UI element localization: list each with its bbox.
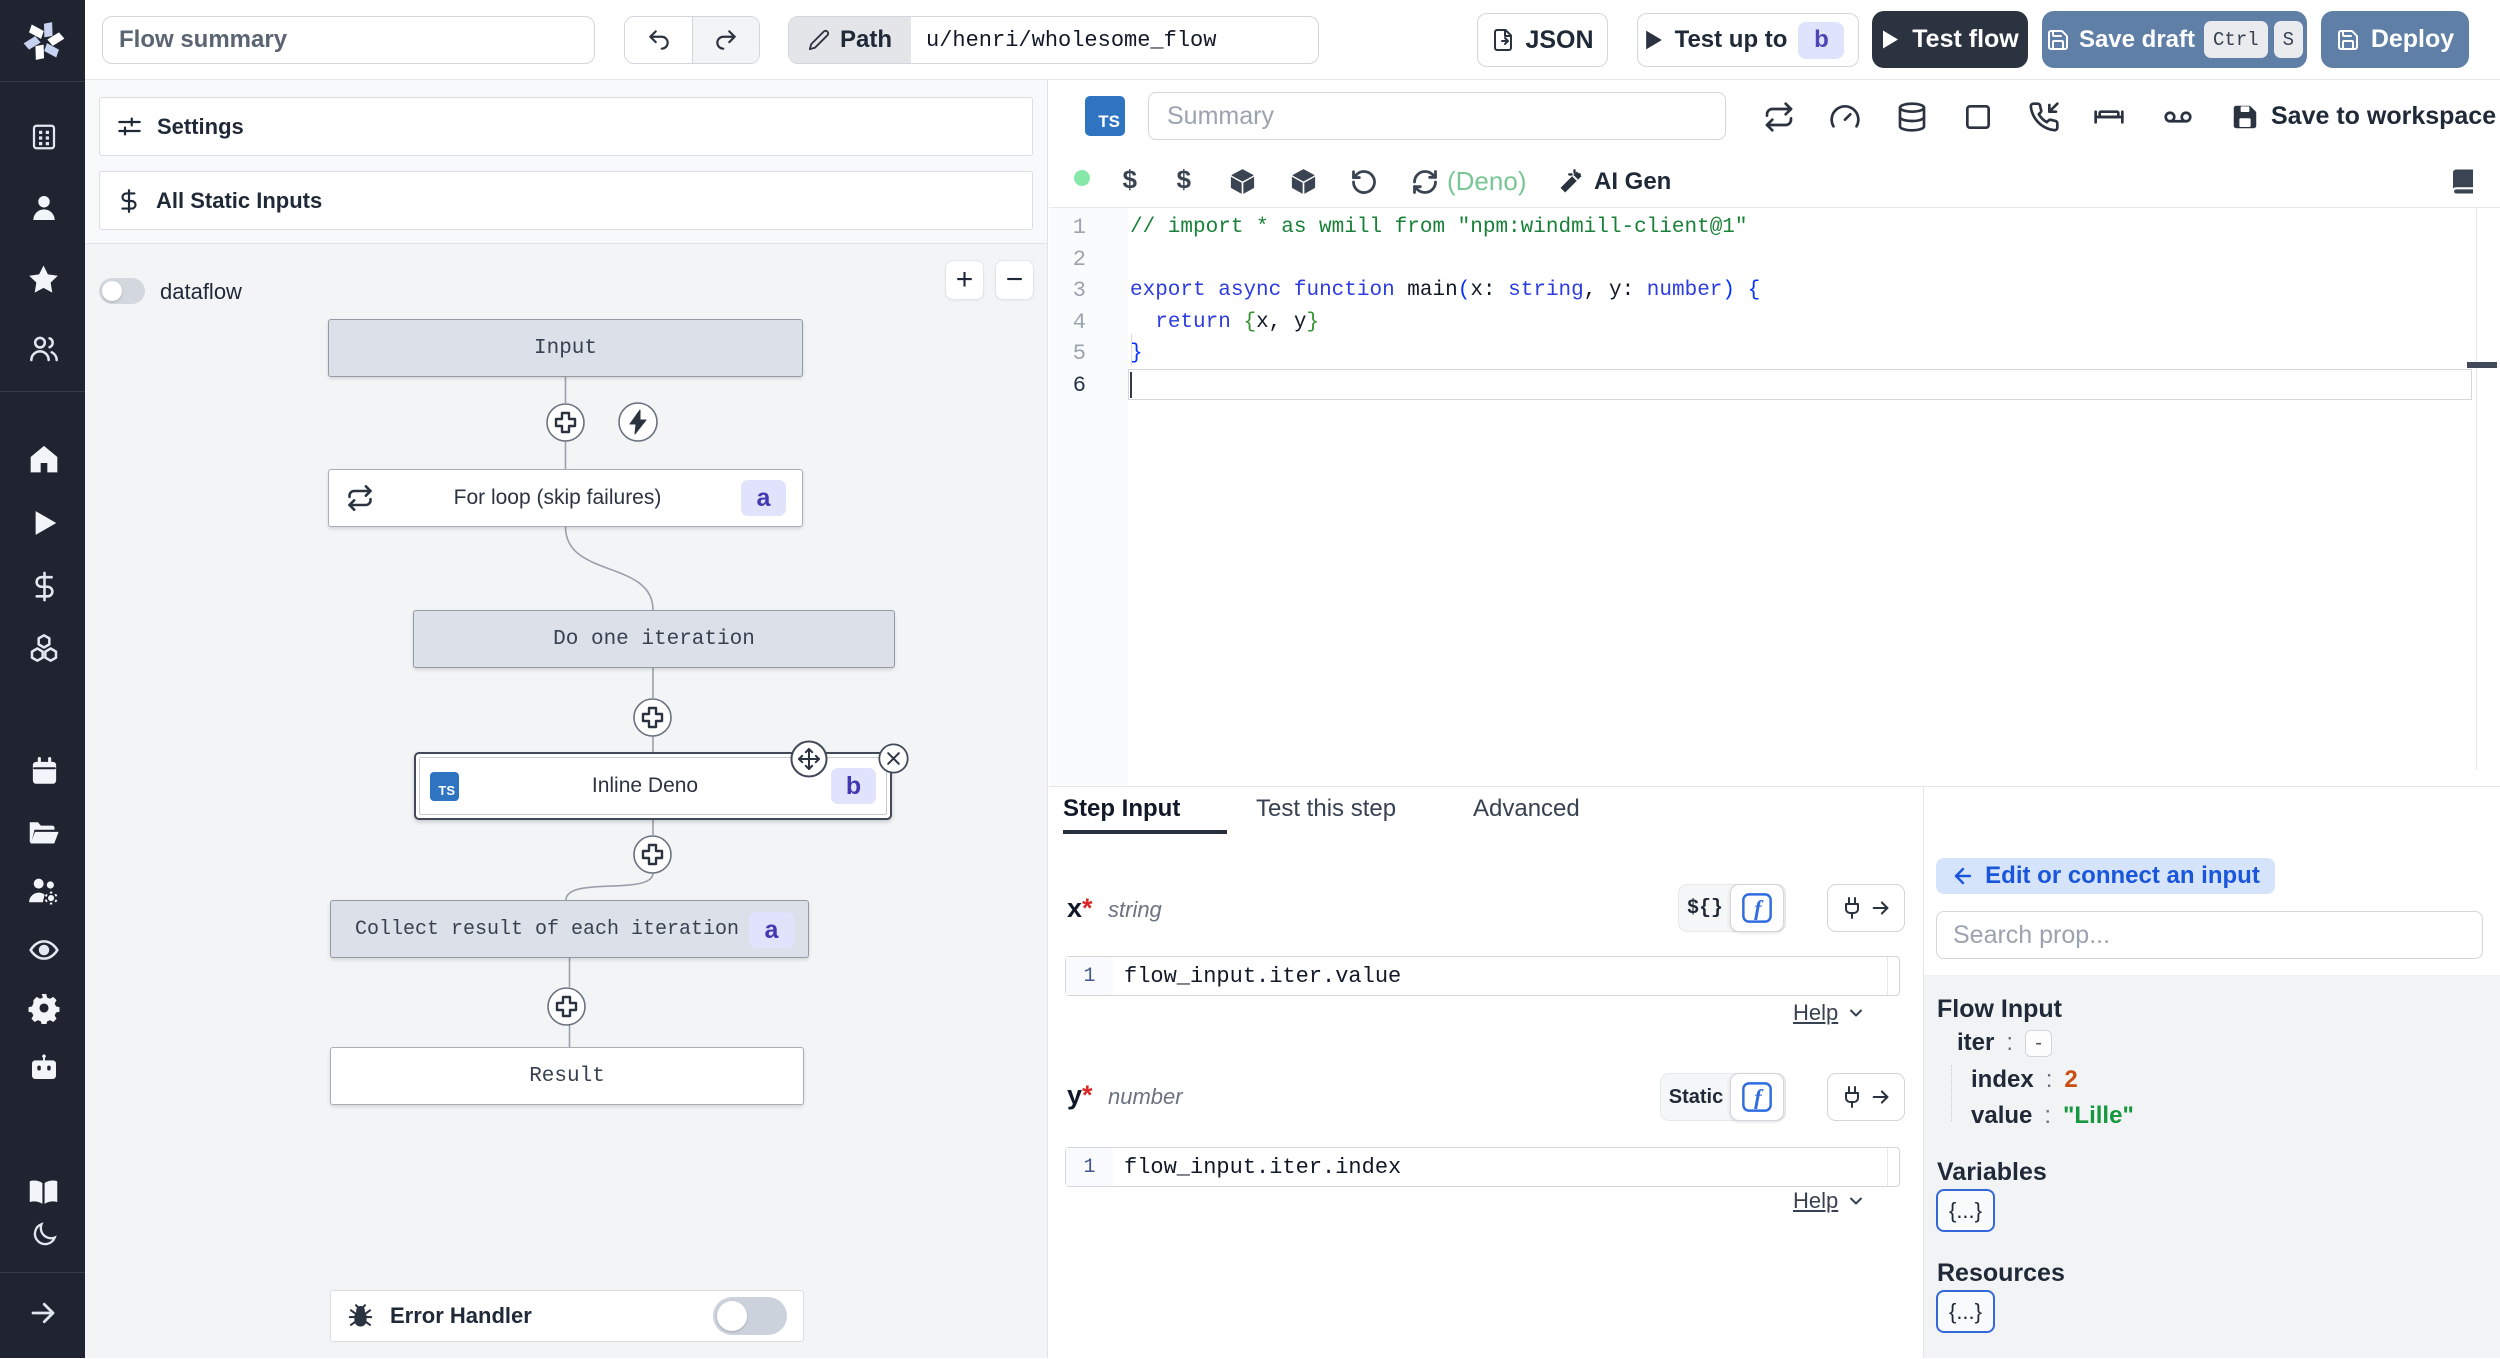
svg-text:f: f [1754, 896, 1764, 921]
svg-text:f: f [1754, 1085, 1764, 1110]
